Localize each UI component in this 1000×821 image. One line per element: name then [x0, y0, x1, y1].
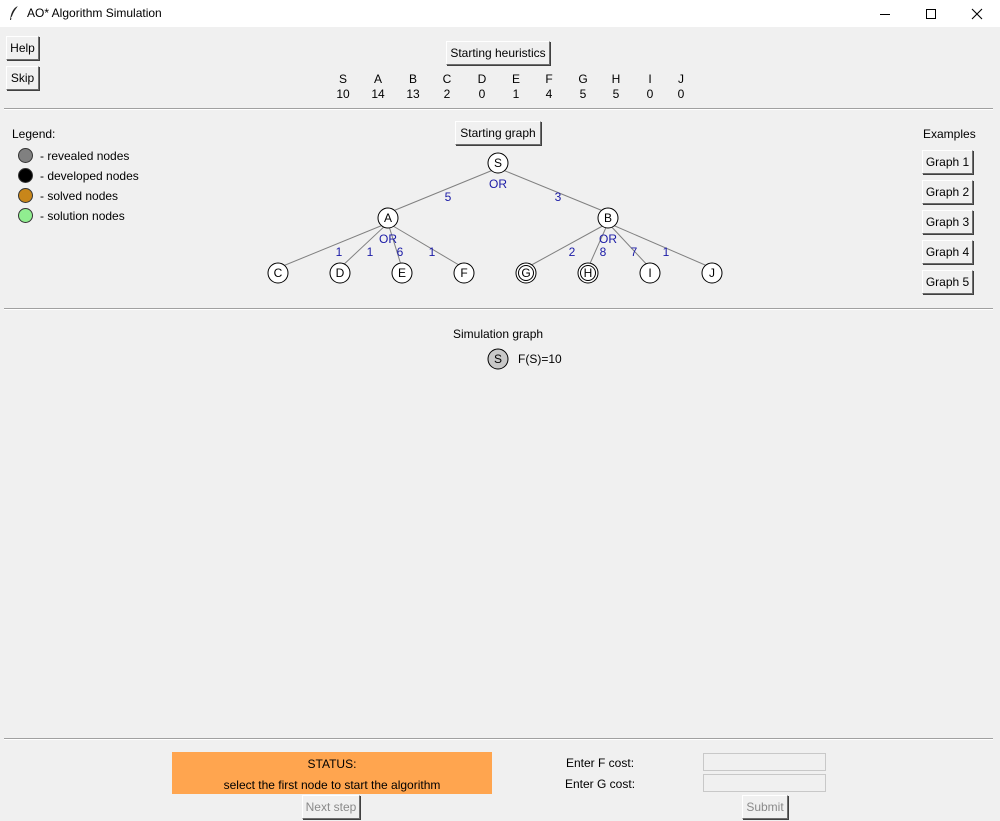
svg-text:B: B [604, 211, 612, 225]
graph-node-B: B [597, 207, 619, 229]
edge-label-S-A: 5 [445, 190, 452, 204]
svg-text:J: J [709, 266, 715, 280]
graph-node-C: C [267, 262, 289, 284]
svg-text:S: S [494, 352, 502, 366]
svg-text:G: G [521, 266, 530, 280]
simulation-node-S[interactable]: S [486, 347, 510, 371]
edge-label-B-J: 1 [663, 245, 670, 259]
graph-3-button[interactable]: Graph 3 [922, 210, 973, 234]
simulation-title: Simulation graph [453, 327, 544, 341]
graph-nodes: S A B C D E F G H I J [267, 152, 723, 284]
divider-middle [4, 308, 993, 310]
or-label-B: OR [599, 232, 617, 246]
svg-text:H: H [584, 266, 593, 280]
svg-text:I: I [648, 266, 651, 280]
graph-4-button[interactable]: Graph 4 [922, 240, 973, 264]
edge-label-A-C: 1 [336, 245, 343, 259]
graph-node-D: D [329, 262, 351, 284]
graph-1-button[interactable]: Graph 1 [922, 150, 973, 174]
edge-label-B-G: 2 [569, 245, 576, 259]
g-cost-label: Enter G cost: [565, 777, 636, 791]
or-label-A: OR [379, 232, 397, 246]
edge-label-A-D: 1 [367, 245, 374, 259]
g-cost-input[interactable] [703, 774, 826, 792]
graph-node-E: E [391, 262, 413, 284]
svg-text:C: C [274, 266, 283, 280]
graph-node-H: H [577, 262, 599, 284]
edge-label-A-E: 6 [397, 245, 404, 259]
svg-text:D: D [336, 266, 345, 280]
simulation-f-value: F(S)=10 [518, 352, 562, 366]
next-step-button[interactable]: Next step [302, 795, 360, 819]
status-title: STATUS: [307, 757, 357, 771]
f-cost-input[interactable] [703, 753, 826, 771]
edge-label-A-F: 1 [429, 245, 436, 259]
examples-title: Examples [923, 127, 976, 141]
graph-node-F: F [453, 262, 475, 284]
edge-label-S-B: 3 [555, 190, 562, 204]
graph-node-G: G [515, 262, 537, 284]
graph-node-I: I [639, 262, 661, 284]
status-panel: STATUS: select the first node to start t… [172, 752, 492, 794]
status-message: select the first node to start the algor… [223, 778, 441, 792]
graph-node-A: A [377, 207, 399, 229]
or-label-S: OR [489, 177, 507, 191]
graph-node-S: S [487, 152, 509, 174]
edge-label-B-I: 7 [631, 245, 638, 259]
f-cost-label: Enter F cost: [566, 756, 635, 770]
graph-node-J: J [701, 262, 723, 284]
svg-text:E: E [398, 266, 406, 280]
svg-text:S: S [494, 156, 502, 170]
graph-2-button[interactable]: Graph 2 [922, 180, 973, 204]
svg-text:F: F [460, 266, 467, 280]
starting-graph: 5 3 1 1 6 1 2 8 7 1 OR OR OR S A B C D E… [267, 152, 723, 284]
divider-bottom [4, 738, 993, 740]
submit-button[interactable]: Submit [742, 795, 788, 819]
svg-text:A: A [384, 211, 392, 225]
edge-label-B-H: 8 [600, 245, 607, 259]
graph-5-button[interactable]: Graph 5 [922, 270, 973, 294]
